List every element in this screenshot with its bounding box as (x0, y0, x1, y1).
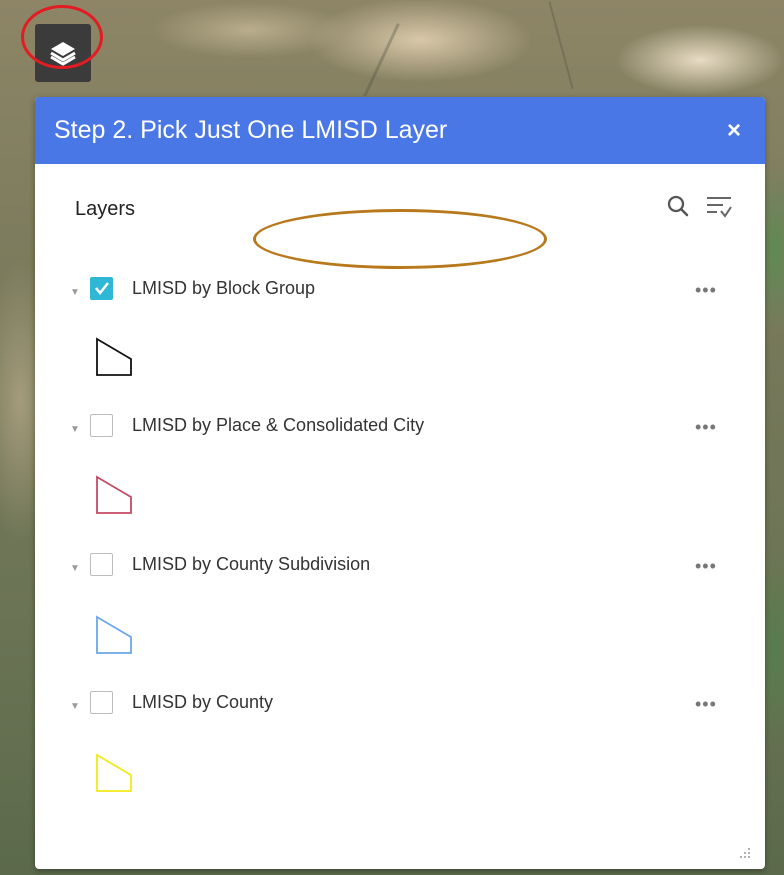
more-options-button[interactable]: ••• (695, 694, 717, 715)
expand-caret-icon[interactable]: ▼ (70, 287, 80, 298)
expand-caret-icon[interactable]: ▼ (70, 701, 80, 712)
layer-checkbox[interactable] (90, 414, 113, 437)
polygon-swatch-icon (96, 753, 132, 792)
layer-checkbox[interactable] (90, 277, 113, 300)
layer-item-county-subdivision[interactable]: ▼ LMISD by County Subdivision ••• (35, 548, 765, 588)
panel-header: Step 2. Pick Just One LMISD Layer × (35, 97, 765, 164)
annotation-gold-ellipse (253, 209, 547, 269)
expand-caret-icon[interactable]: ▼ (70, 563, 80, 574)
layer-list-panel: Step 2. Pick Just One LMISD Layer × Laye… (35, 97, 765, 869)
layer-item-place[interactable]: ▼ LMISD by Place & Consolidated City ••• (35, 409, 765, 449)
layer-label[interactable]: LMISD by Place & Consolidated City (132, 415, 424, 436)
layer-checkbox[interactable] (90, 553, 113, 576)
filter-list-icon[interactable] (705, 194, 733, 220)
more-options-button[interactable]: ••• (695, 417, 717, 438)
expand-caret-icon[interactable]: ▼ (70, 424, 80, 435)
layer-label[interactable]: LMISD by Block Group (132, 278, 315, 299)
search-icon[interactable] (666, 194, 690, 218)
layer-item-block-group[interactable]: ▼ LMISD by Block Group ••• (35, 272, 765, 312)
panel-title: Step 2. Pick Just One LMISD Layer (54, 116, 448, 144)
polygon-swatch-icon (96, 615, 132, 654)
polygon-swatch-icon (96, 337, 132, 376)
layers-title: Layers (75, 198, 136, 220)
more-options-button[interactable]: ••• (695, 280, 717, 301)
layer-label[interactable]: LMISD by County (132, 692, 273, 713)
layer-checkbox[interactable] (90, 691, 113, 714)
layer-label[interactable]: LMISD by County Subdivision (132, 554, 370, 575)
resize-grip-icon[interactable] (739, 847, 751, 859)
check-icon (95, 282, 109, 296)
polygon-swatch-icon (96, 475, 132, 514)
annotation-red-circle (21, 5, 103, 69)
more-options-button[interactable]: ••• (695, 556, 717, 577)
layer-item-county[interactable]: ▼ LMISD by County ••• (35, 686, 765, 726)
close-button[interactable]: × (727, 117, 741, 145)
